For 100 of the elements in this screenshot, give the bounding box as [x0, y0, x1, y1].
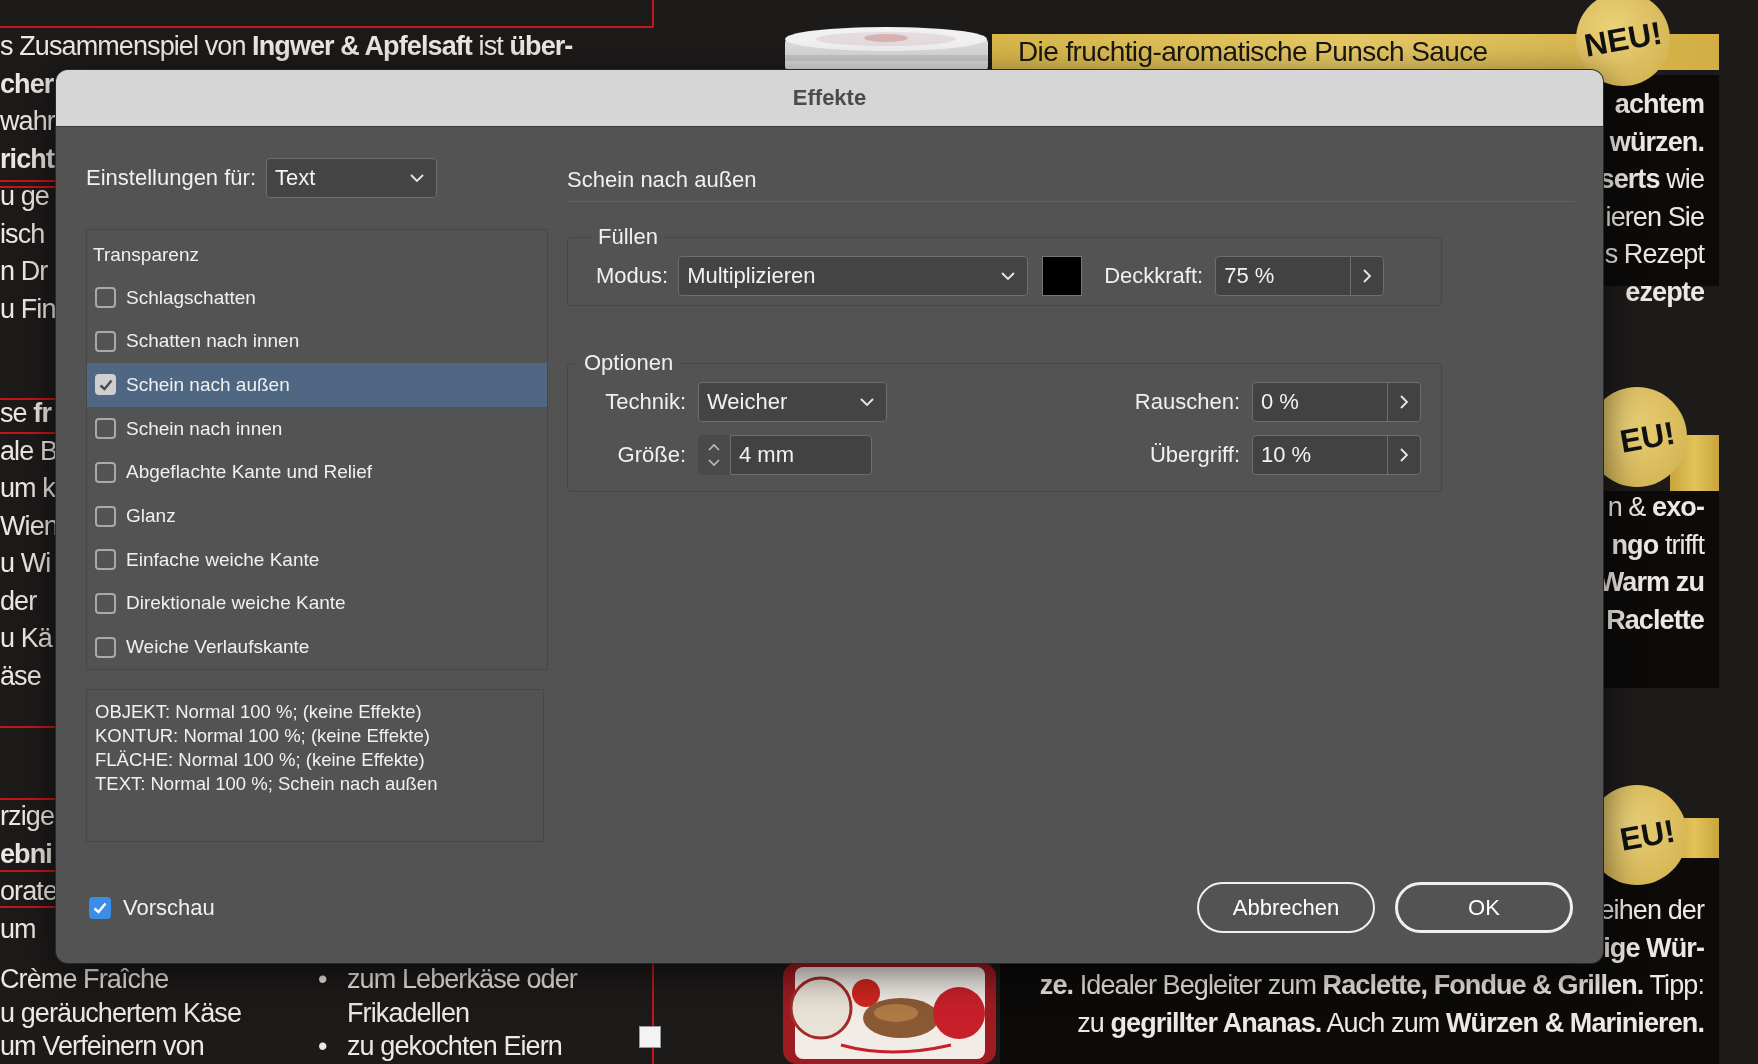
checkbox[interactable] [95, 461, 116, 483]
effect-item[interactable]: Direktionale weiche Kante [87, 581, 547, 626]
body-text-line: richt [0, 142, 54, 176]
spread-control[interactable]: 10 % [1252, 435, 1421, 475]
body-text-line: ebni [0, 837, 52, 871]
settings-dropdown[interactable]: Text [266, 158, 437, 198]
body-text-line: u geräuchertem Käse [0, 996, 242, 1030]
body-text-line: ezepte [1625, 275, 1704, 309]
color-swatch[interactable] [1042, 256, 1083, 296]
summary-line: KONTUR: Normal 100 %; (keine Effekte) [95, 724, 430, 748]
body-text-line: n Dr [0, 255, 48, 288]
noise-field[interactable]: 0 % [1253, 383, 1387, 421]
group-title: Füllen [597, 224, 659, 250]
checkbox[interactable] [95, 505, 116, 527]
list-item-text: zu gekochten Eiern [347, 1031, 562, 1063]
body-text-line: um Verfeinern von [0, 1030, 204, 1064]
body-text-line: ale B [0, 434, 58, 468]
checkbox[interactable] [95, 330, 116, 352]
size-field[interactable]: 4 mm [730, 435, 872, 475]
body-text-line: n & exo- [1607, 491, 1704, 524]
effect-item[interactable]: Schein nach außen [87, 363, 547, 407]
technique-label: Technik: [605, 389, 686, 415]
checkmark-icon [93, 901, 107, 914]
body-text-line: der [0, 584, 37, 618]
chevron-right-icon [1400, 448, 1408, 462]
noise-control[interactable]: 0 % [1252, 382, 1421, 422]
cancel-button[interactable]: Abbrechen [1197, 882, 1375, 933]
body-text-line: s Rezept [1604, 238, 1704, 271]
effect-item[interactable]: Schatten nach innen [87, 319, 547, 364]
effect-item[interactable]: Einfache weiche Kante [87, 537, 547, 582]
summary-line: FLÄCHE: Normal 100 %; (keine Effekte) [95, 748, 425, 772]
effect-item[interactable]: Schlagschatten [87, 275, 547, 320]
body-text-line: s Zusammenspiel von Ingwer & Apfelsaft ist über- [0, 30, 573, 63]
body-text-line: Raclette [1606, 603, 1704, 637]
opacity-label: Deckkraft: [1104, 263, 1204, 289]
opacity-field[interactable]: 75 % [1216, 257, 1351, 295]
body-text-line: um [0, 912, 36, 946]
checkbox[interactable] [89, 896, 111, 919]
checkmark-icon [98, 378, 113, 391]
bullet: • [318, 1031, 329, 1063]
effect-item[interactable]: Abgeflachte Kante und Relief [87, 450, 547, 495]
opacity-control[interactable]: 75 % [1215, 256, 1385, 296]
body-text-line: würzen. [1609, 125, 1704, 159]
frame-handle[interactable] [639, 1026, 661, 1048]
spread-label: Übergriff: [1149, 442, 1240, 468]
spinner-icon [707, 442, 721, 468]
section-title: Schein nach außen [567, 166, 757, 193]
list-header: Transparenz [92, 242, 199, 267]
body-text-line: ieren Sie [1605, 200, 1704, 234]
chevron-down-icon [1001, 271, 1016, 281]
effect-item[interactable]: Weiche Verlaufskante [87, 625, 547, 670]
checkbox[interactable] [95, 593, 116, 614]
spread-field[interactable]: 10 % [1253, 436, 1387, 474]
body-text-line: ige Wür- [1603, 931, 1704, 965]
body-text-line: orate [0, 875, 58, 908]
body-text-line: cher [0, 67, 54, 101]
chevron-right-icon [1400, 395, 1408, 409]
bullet: • [318, 964, 329, 996]
summary-line: TEXT: Normal 100 %; Schein nach außen [95, 772, 438, 796]
body-text-line: wahr [0, 105, 55, 138]
list-item-text: zum Leberkäse oder [347, 964, 577, 996]
group-title: Optionen [583, 350, 675, 376]
new-badge: NEU! [1576, 0, 1670, 86]
checkbox[interactable] [95, 549, 116, 571]
size-label: Größe: [617, 442, 686, 468]
body-text-line: rzige [0, 800, 55, 833]
checkbox[interactable] [95, 418, 116, 440]
body-text-line: um k [0, 472, 55, 505]
chevron-right-icon [1363, 269, 1372, 283]
body-text-line: achtem [1614, 88, 1704, 121]
technique-dropdown[interactable]: Weicher [698, 382, 887, 422]
settings-label: Einstellungen für: [86, 165, 256, 191]
chevron-down-icon [860, 397, 874, 407]
effect-item[interactable]: Glanz [87, 494, 547, 538]
body-text-line: ze. Idealer Begleiter zum Raclette, Fondue & Grillen. Tipp: [1039, 969, 1704, 1002]
body-text-line: u Kä [0, 622, 52, 655]
body-text-line: u Fin [0, 292, 56, 326]
checkbox[interactable] [95, 374, 116, 396]
body-text-line: äse [0, 659, 41, 693]
body-text-line: zu gegrillter Ananas. Auch zum Würzen & Marinieren. [1077, 1006, 1704, 1040]
mode-dropdown[interactable]: Multiplizieren [678, 256, 1029, 296]
body-text-line: se fr [0, 397, 52, 430]
dialog-title: Effekte [792, 85, 867, 111]
body-text-line: isch [0, 217, 45, 251]
ok-button[interactable]: OK [1395, 882, 1573, 933]
spinner-button[interactable] [698, 435, 730, 475]
body-text-line: ngo trifft [1611, 528, 1704, 562]
checkbox[interactable] [95, 636, 116, 658]
mode-label: Modus: [596, 263, 669, 289]
effect-item[interactable]: Schein nach innen [87, 406, 547, 451]
chevron-down-icon [410, 173, 424, 183]
list-item-text: Frikadellen [347, 997, 470, 1029]
body-text-line: serts wie [1599, 163, 1704, 196]
body-text-line: u ge [0, 180, 49, 213]
body-text-line: u Wi [0, 547, 51, 580]
checkbox[interactable] [95, 287, 116, 309]
noise-label: Rauschen: [1134, 389, 1240, 415]
banner-headline: Die fruchtig-aromatische Punsch Sauce [1018, 36, 1488, 68]
summary-line: OBJEKT: Normal 100 %; (keine Effekte) [95, 700, 422, 724]
body-text-line: Crème Fraîche [0, 963, 169, 996]
